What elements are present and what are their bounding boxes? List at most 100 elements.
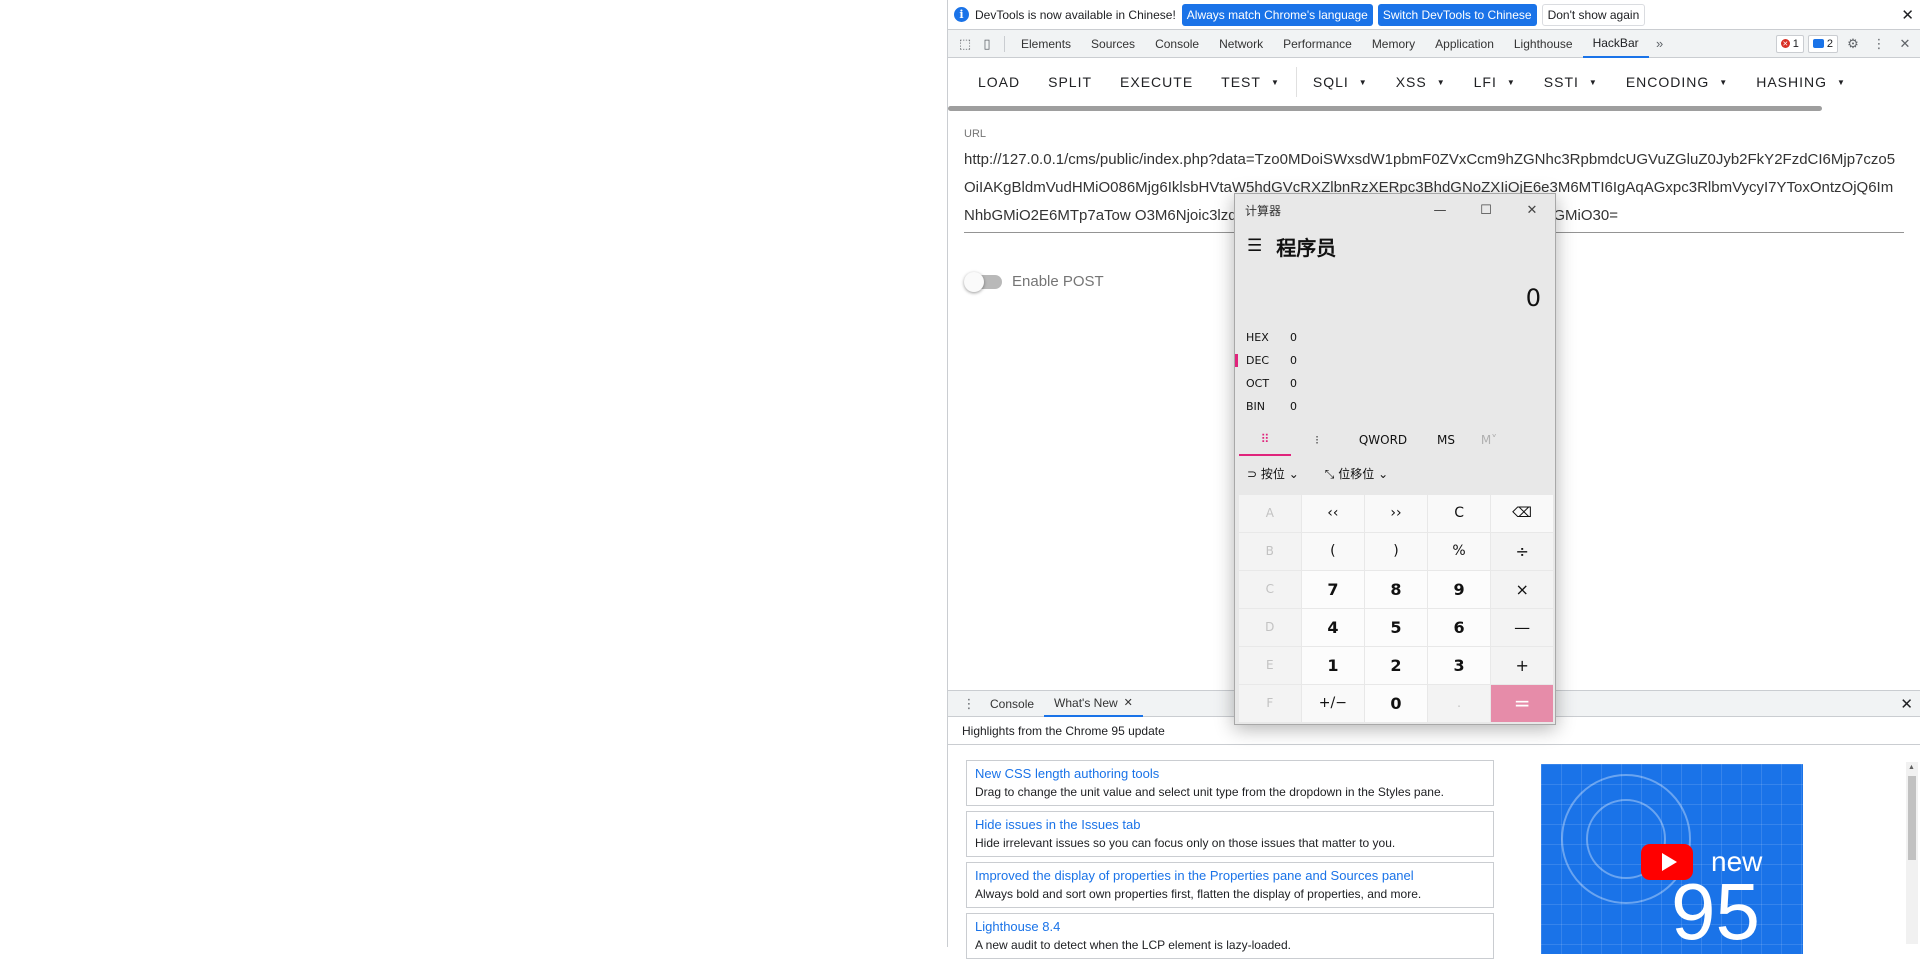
key-a[interactable]: A bbox=[1239, 495, 1301, 532]
key-negate[interactable]: +/− bbox=[1302, 685, 1364, 722]
scroll-up-icon[interactable]: ▲ bbox=[1908, 764, 1915, 771]
close-icon[interactable]: ✕ bbox=[1901, 6, 1914, 24]
key-subtract[interactable]: — bbox=[1491, 609, 1553, 646]
key-d[interactable]: D bbox=[1239, 609, 1301, 646]
tab-lighthouse[interactable]: Lighthouse bbox=[1504, 30, 1583, 58]
tab-network[interactable]: Network bbox=[1209, 30, 1273, 58]
radix-key: OCT bbox=[1246, 377, 1270, 390]
inspect-element-icon[interactable]: ⬚ bbox=[954, 33, 976, 55]
close-drawer-icon[interactable]: ✕ bbox=[1900, 695, 1913, 713]
key-b[interactable]: B bbox=[1239, 533, 1301, 570]
key-5[interactable]: 5 bbox=[1365, 609, 1427, 646]
news-title[interactable]: Hide issues in the Issues tab bbox=[975, 816, 1485, 834]
message-count: 2 bbox=[1826, 37, 1833, 50]
close-icon[interactable]: ✕ bbox=[1509, 194, 1555, 226]
news-title[interactable]: Improved the display of properties in th… bbox=[975, 867, 1485, 885]
enable-post-toggle[interactable] bbox=[964, 271, 1002, 292]
news-item[interactable]: Hide issues in the Issues tab Hide irrel… bbox=[966, 811, 1494, 857]
key-e[interactable]: E bbox=[1239, 647, 1301, 684]
key-f[interactable]: F bbox=[1239, 685, 1301, 722]
radix-hex[interactable]: HEX 0 bbox=[1246, 326, 1555, 349]
tab-memory[interactable]: Memory bbox=[1362, 30, 1425, 58]
key-2[interactable]: 2 bbox=[1365, 647, 1427, 684]
memory-list-button[interactable]: M˅ bbox=[1469, 424, 1509, 456]
load-button[interactable]: LOAD bbox=[964, 64, 1034, 100]
word-size-button[interactable]: QWORD bbox=[1343, 424, 1423, 456]
news-item[interactable]: Improved the display of properties in th… bbox=[966, 862, 1494, 908]
news-item[interactable]: New CSS length authoring tools Drag to c… bbox=[966, 760, 1494, 806]
hashing-menu[interactable]: HASHING ▼ bbox=[1742, 64, 1860, 100]
video-thumbnail[interactable]: new 95 bbox=[1541, 764, 1803, 954]
ssti-menu[interactable]: SSTI ▼ bbox=[1530, 64, 1612, 100]
key-open-paren[interactable]: ( bbox=[1302, 533, 1364, 570]
calculator-titlebar[interactable]: 计算器 — ☐ ✕ bbox=[1235, 194, 1555, 226]
bitwise-dropdown[interactable]: ⊃ 按位 ⌄ bbox=[1247, 465, 1299, 482]
tab-console[interactable]: Console bbox=[1145, 30, 1209, 58]
drawer-scrollbar[interactable]: ▲ bbox=[1906, 762, 1918, 944]
key-4[interactable]: 4 bbox=[1302, 609, 1364, 646]
key-c[interactable]: C bbox=[1239, 571, 1301, 608]
key-clear[interactable]: C bbox=[1428, 495, 1490, 532]
dont-show-again-button[interactable]: Don't show again bbox=[1541, 3, 1646, 26]
minimize-icon[interactable]: — bbox=[1417, 194, 1463, 226]
key-9[interactable]: 9 bbox=[1428, 571, 1490, 608]
execute-button[interactable]: EXECUTE bbox=[1106, 64, 1207, 100]
scrollbar-thumb[interactable] bbox=[1908, 776, 1916, 860]
drawer-tab-whats-new[interactable]: What's New ✕ bbox=[1044, 690, 1143, 717]
key-shift-right[interactable]: ›› bbox=[1365, 495, 1427, 532]
test-menu[interactable]: TEST ▼ bbox=[1207, 64, 1294, 100]
key-decimal[interactable]: . bbox=[1428, 685, 1490, 722]
key-7[interactable]: 7 bbox=[1302, 571, 1364, 608]
xss-menu[interactable]: XSS ▼ bbox=[1382, 64, 1460, 100]
bit-toggle-keypad-icon[interactable]: ⁝ bbox=[1291, 424, 1343, 456]
key-shift-left[interactable]: ‹‹ bbox=[1302, 495, 1364, 532]
scrollbar-thumb[interactable] bbox=[948, 106, 1822, 111]
news-title[interactable]: New CSS length authoring tools bbox=[975, 765, 1485, 783]
key-3[interactable]: 3 bbox=[1428, 647, 1490, 684]
key-0[interactable]: 0 bbox=[1365, 685, 1427, 722]
key-close-paren[interactable]: ) bbox=[1365, 533, 1427, 570]
radix-bin[interactable]: BIN 0 bbox=[1246, 395, 1555, 418]
news-title[interactable]: Lighthouse 8.4 bbox=[975, 918, 1485, 936]
messages-badge[interactable]: 2 bbox=[1807, 34, 1838, 53]
tab-performance[interactable]: Performance bbox=[1273, 30, 1362, 58]
url-label: URL bbox=[964, 128, 987, 140]
switch-language-button[interactable]: Switch DevTools to Chinese bbox=[1377, 3, 1537, 26]
key-1[interactable]: 1 bbox=[1302, 647, 1364, 684]
key-6[interactable]: 6 bbox=[1428, 609, 1490, 646]
tab-elements[interactable]: Elements bbox=[1011, 30, 1081, 58]
gear-icon[interactable]: ⚙ bbox=[1842, 33, 1864, 55]
key-8[interactable]: 8 bbox=[1365, 571, 1427, 608]
bitshift-dropdown[interactable]: ⤡ 位移位 ⌄ bbox=[1325, 465, 1388, 482]
radix-oct[interactable]: OCT 0 bbox=[1246, 372, 1555, 395]
device-toolbar-icon[interactable]: ▯ bbox=[976, 33, 998, 55]
encoding-menu[interactable]: ENCODING ▼ bbox=[1612, 64, 1742, 100]
divider bbox=[1004, 35, 1005, 52]
split-button[interactable]: SPLIT bbox=[1034, 64, 1106, 100]
tab-hackbar[interactable]: HackBar bbox=[1582, 30, 1649, 58]
hamburger-menu-icon[interactable]: ☰ bbox=[1247, 236, 1262, 256]
key-percent[interactable]: % bbox=[1428, 533, 1490, 570]
close-devtools-icon[interactable]: ✕ bbox=[1894, 33, 1916, 55]
match-language-button[interactable]: Always match Chrome's language bbox=[1181, 3, 1373, 26]
key-divide[interactable]: ÷ bbox=[1491, 533, 1553, 570]
tab-application[interactable]: Application bbox=[1425, 30, 1504, 58]
tab-sources[interactable]: Sources bbox=[1081, 30, 1145, 58]
radix-dec[interactable]: DEC 0 bbox=[1235, 349, 1555, 372]
memory-store-button[interactable]: MS bbox=[1423, 424, 1469, 456]
close-tab-icon[interactable]: ✕ bbox=[1124, 696, 1133, 709]
kebab-menu-icon[interactable]: ⋮ bbox=[1868, 33, 1890, 55]
lfi-menu[interactable]: LFI ▼ bbox=[1460, 64, 1530, 100]
maximize-icon[interactable]: ☐ bbox=[1463, 194, 1509, 226]
sqli-menu[interactable]: SQLI ▼ bbox=[1299, 64, 1382, 100]
drawer-tab-console[interactable]: Console bbox=[980, 690, 1044, 717]
errors-badge[interactable]: ✕ 1 bbox=[1775, 34, 1804, 53]
more-tabs-icon[interactable]: » bbox=[1649, 33, 1671, 55]
key-add[interactable]: + bbox=[1491, 647, 1553, 684]
backspace-icon[interactable]: ⌫ bbox=[1491, 495, 1553, 532]
news-item[interactable]: Lighthouse 8.4 A new audit to detect whe… bbox=[966, 913, 1494, 959]
key-multiply[interactable]: × bbox=[1491, 571, 1553, 608]
key-equals[interactable]: = bbox=[1491, 685, 1553, 722]
drawer-menu-icon[interactable]: ⋮ bbox=[958, 693, 980, 715]
full-keypad-icon[interactable]: ⠿ bbox=[1239, 424, 1291, 456]
